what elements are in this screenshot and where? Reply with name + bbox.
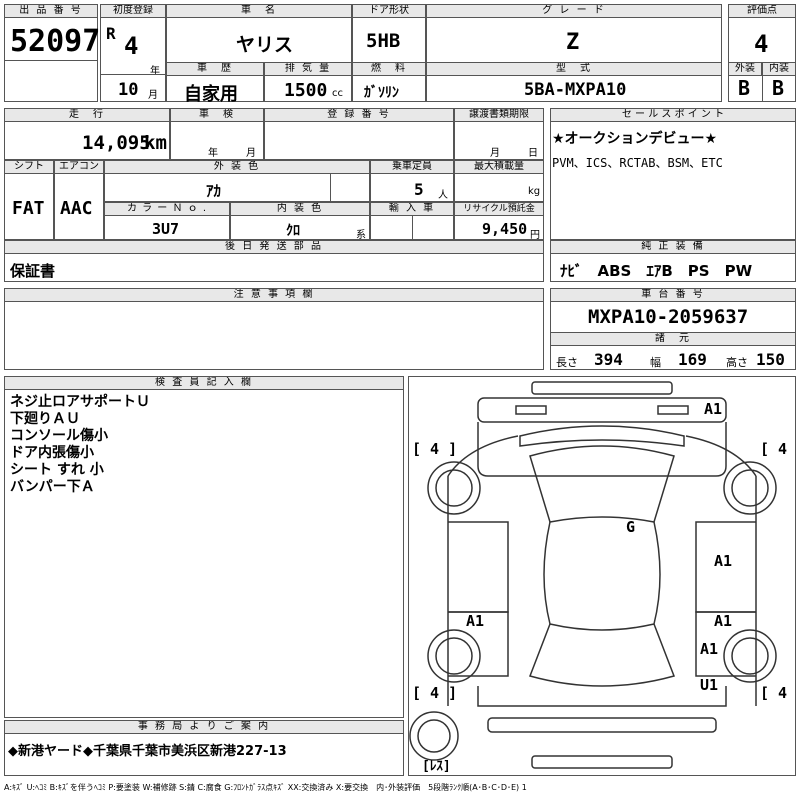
car-name: ヤリス <box>236 34 294 56</box>
plate-label: 登 録 番 号 <box>264 108 454 122</box>
lot-label: 出 品 番 号 <box>4 4 98 18</box>
inspector-label: 検 査 員 記 入 欄 <box>4 376 404 390</box>
registration-label: 初度登録 <box>100 4 166 18</box>
displacement-value: 1500 <box>284 80 328 101</box>
registration-year: 4 <box>124 32 139 60</box>
sales-label: セ ー ル ス ポ イ ン ト <box>550 108 796 122</box>
mileage-label: 走 行 <box>4 108 170 122</box>
aircon-label: エアコン <box>54 160 104 174</box>
recycle-label: リサイクル預託金 <box>454 202 544 216</box>
recycle-unit: 円 <box>530 230 540 241</box>
lot-number: 52097 <box>10 24 101 59</box>
inspection-label: 車 検 <box>170 108 264 122</box>
model-label: 型 式 <box>426 62 722 76</box>
legend: A:ｷｽﾞ U:ﾍｺﾐ B:ｷｽﾞを伴うﾍｺﾐ P:要塗装 W:補修跡 S:錆 … <box>4 783 527 792</box>
car-diagram: [ 4 ] [ 4 ] [ 4 ] [ 4 ] [ﾚｽ] A1 G A1 A1 … <box>409 381 796 774</box>
length-label: 長さ <box>556 356 578 369</box>
transfer-month-unit: 月 <box>490 148 500 159</box>
genuine-value: ﾅﾋﾞ ABS ｴｱB PS PW <box>560 262 753 280</box>
int-score: B <box>772 76 785 100</box>
fuel-value: ｶﾞｿﾘﾝ <box>364 85 399 101</box>
load-unit: kg <box>528 186 541 197</box>
displacement-label: 排 気 量 <box>264 62 352 76</box>
displacement-unit: cc <box>332 88 343 99</box>
int-color-label: 内 装 色 <box>230 202 370 216</box>
registration-month: 10 <box>118 80 139 100</box>
color-no-label: カ ラ ー Ｎ ｏ . <box>104 202 230 216</box>
damage-mark: A1 <box>704 400 722 418</box>
transfer-day-unit: 日 <box>528 148 538 159</box>
chassis-label: 車 台 番 号 <box>550 288 796 302</box>
history-label: 車 歴 <box>166 62 264 76</box>
ext-color-value: ｱｶ <box>206 182 222 200</box>
damage-mark: A1 <box>714 612 732 630</box>
door-type: 5HB <box>366 30 401 52</box>
shift-label: シフト <box>4 160 54 174</box>
tire-rear-right: [ 4 ] <box>760 684 796 702</box>
damage-mark: G <box>626 518 635 536</box>
inspector-note: シート すれ 小 <box>10 462 104 478</box>
specs-label: 諸 元 <box>550 332 796 346</box>
int-score-label: 内装 <box>762 62 796 76</box>
int-color-unit: 系 <box>356 230 366 241</box>
mileage-unit: km <box>144 132 167 154</box>
width-label: 幅 <box>650 356 661 369</box>
damage-mark: A1 <box>466 612 484 630</box>
ext-score-label: 外装 <box>728 62 762 76</box>
fuel-label: 燃 料 <box>352 62 426 76</box>
history-value: 自家用 <box>184 84 238 105</box>
spare-tire-label: [ﾚｽ] <box>422 759 451 774</box>
ext-color-label: 外 装 色 <box>104 160 370 174</box>
sales-line1: ★オークションデビュー★ <box>552 131 718 147</box>
inspection-month-unit: 月 <box>246 148 256 159</box>
inspector-note: ネジ止ロアサポートＵ <box>10 394 150 410</box>
grade-label: グ レ ー ド <box>426 4 722 18</box>
capacity-label: 乗車定員 <box>370 160 454 174</box>
width-value: 169 <box>678 350 707 369</box>
int-color-value: ｸﾛ <box>286 223 300 239</box>
model-value: 5BA-MXPA10 <box>524 80 627 100</box>
length-value: 394 <box>594 350 623 369</box>
tire-front-right: [ 4 ] <box>760 440 796 458</box>
inspector-note: ドア内張傷小 <box>10 445 94 461</box>
damage-mark: U1 <box>700 676 718 694</box>
tire-rear-left: [ 4 ] <box>412 684 457 702</box>
capacity-value: 5 <box>414 180 424 199</box>
car-name-label: 車 名 <box>166 4 352 18</box>
transfer-label: 譲渡書類期限 <box>454 108 544 122</box>
mileage-value: 14,095 <box>82 132 151 154</box>
sales-line2: PVM、ICS、RCTAB、BSM、ETC <box>552 156 723 170</box>
tire-front-left: [ 4 ] <box>412 440 457 458</box>
inspector-note: バンパー下Ａ <box>10 479 95 495</box>
damage-mark: A1 <box>700 640 718 658</box>
chassis-value: MXPA10-2059637 <box>588 306 749 328</box>
damage-mark: A1 <box>714 552 732 570</box>
height-label: 高さ <box>726 356 748 369</box>
inspection-year-unit: 年 <box>208 148 218 159</box>
month-unit: 月 <box>148 90 158 101</box>
height-value: 150 <box>756 350 785 369</box>
recycle-value: 9,450 <box>482 220 528 238</box>
caution-label: 注 意 事 項 欄 <box>4 288 544 302</box>
genuine-label: 純 正 装 備 <box>550 240 796 254</box>
import-label: 輸 入 車 <box>370 202 454 216</box>
shift-value: FAT <box>12 198 45 219</box>
score-label: 評価点 <box>728 4 796 18</box>
later-parts-value: 保証書 <box>10 262 56 280</box>
score-value: 4 <box>754 30 769 58</box>
load-label: 最大積載量 <box>454 160 544 174</box>
capacity-unit: 人 <box>438 190 448 201</box>
office-label: 事 務 局 よ り ご 案 内 <box>4 720 404 734</box>
inspector-note: コンソール傷小 <box>10 428 108 444</box>
ext-score: B <box>738 76 751 100</box>
later-parts-label: 後 日 発 送 部 品 <box>4 240 544 254</box>
door-label: ドア形状 <box>352 4 426 18</box>
grade-value: Z <box>566 30 580 55</box>
aircon-value: AAC <box>60 198 93 219</box>
registration-era: R <box>106 24 116 43</box>
inspector-note: 下廻りＡＵ <box>10 411 80 427</box>
color-no-value: 3U7 <box>152 220 180 238</box>
office-value: ◆新港ヤード◆千葉県千葉市美浜区新港227-13 <box>8 744 287 759</box>
